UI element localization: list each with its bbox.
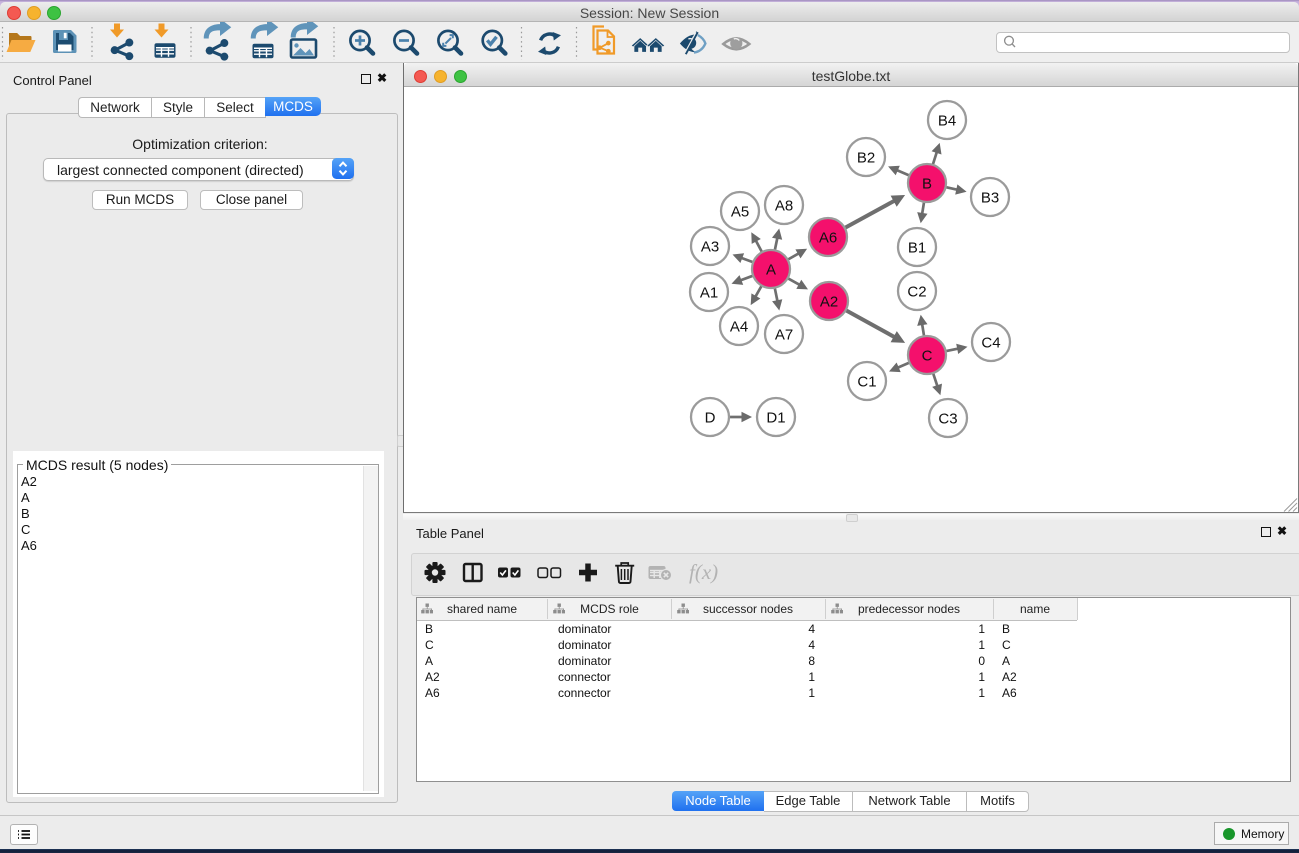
svg-text:A8: A8 — [775, 197, 793, 214]
svg-text:A2: A2 — [820, 293, 838, 310]
svg-text:A5: A5 — [731, 203, 749, 220]
svg-text:B2: B2 — [857, 149, 875, 166]
svg-text:B: B — [922, 175, 932, 192]
svg-text:D: D — [705, 409, 716, 426]
svg-text:A3: A3 — [701, 238, 719, 255]
svg-text:D1: D1 — [766, 409, 785, 426]
svg-text:A7: A7 — [775, 326, 793, 343]
svg-text:A6: A6 — [819, 229, 837, 246]
svg-text:C: C — [922, 347, 933, 364]
svg-text:C1: C1 — [857, 373, 876, 390]
svg-text:A4: A4 — [730, 318, 748, 335]
svg-text:B1: B1 — [908, 239, 926, 256]
svg-text:A1: A1 — [700, 284, 718, 301]
svg-text:C2: C2 — [907, 283, 926, 300]
svg-text:C3: C3 — [938, 410, 957, 427]
svg-text:B3: B3 — [981, 189, 999, 206]
svg-text:A: A — [766, 261, 776, 278]
svg-text:f(x): f(x) — [689, 560, 718, 584]
svg-text:B4: B4 — [938, 112, 956, 129]
svg-text:C4: C4 — [981, 334, 1000, 351]
